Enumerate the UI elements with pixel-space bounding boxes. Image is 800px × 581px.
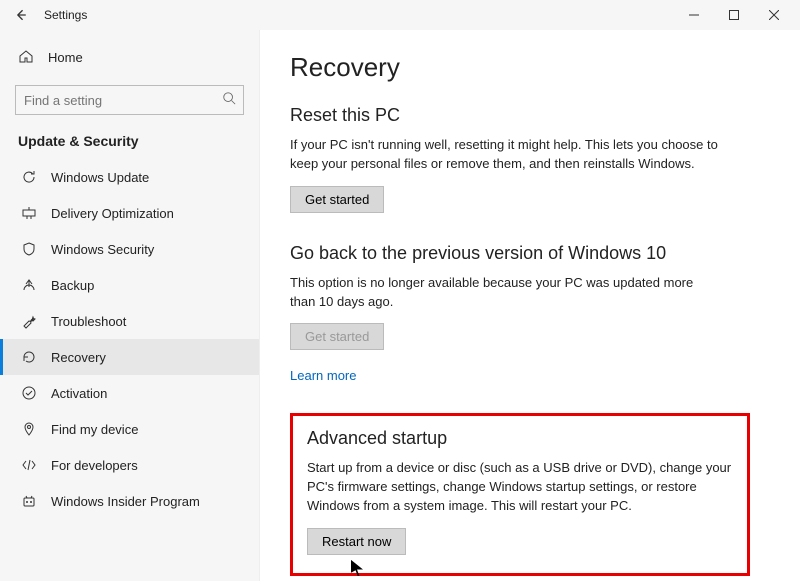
advanced-startup-section: Advanced startup Start up from a device … bbox=[290, 413, 750, 576]
sidebar-item-windows-security[interactable]: Windows Security bbox=[0, 231, 259, 267]
close-button[interactable] bbox=[754, 1, 794, 29]
recovery-icon bbox=[21, 349, 37, 365]
sidebar-item-label: Windows Security bbox=[51, 242, 154, 257]
minimize-button[interactable] bbox=[674, 1, 714, 29]
close-icon bbox=[769, 10, 779, 20]
search-field-wrapper bbox=[15, 85, 244, 115]
maximize-button[interactable] bbox=[714, 1, 754, 29]
advanced-startup-body: Start up from a device or disc (such as … bbox=[307, 459, 733, 516]
sidebar-item-label: Windows Update bbox=[51, 170, 149, 185]
sidebar-item-label: Troubleshoot bbox=[51, 314, 126, 329]
sidebar-item-windows-update[interactable]: Windows Update bbox=[0, 159, 259, 195]
shield-icon bbox=[21, 241, 37, 257]
advanced-startup-heading: Advanced startup bbox=[307, 428, 733, 449]
sidebar-item-label: Delivery Optimization bbox=[51, 206, 174, 221]
reset-pc-body: If your PC isn't running well, resetting… bbox=[290, 136, 720, 174]
sync-icon bbox=[21, 169, 37, 185]
delivery-icon bbox=[21, 205, 37, 221]
reset-pc-section: Reset this PC If your PC isn't running w… bbox=[290, 105, 770, 213]
minimize-icon bbox=[689, 10, 699, 20]
go-back-heading: Go back to the previous version of Windo… bbox=[290, 243, 770, 264]
home-label: Home bbox=[48, 50, 83, 65]
sidebar-section-title: Update & Security bbox=[0, 127, 259, 159]
content-pane[interactable]: Recovery Reset this PC If your PC isn't … bbox=[260, 30, 800, 581]
sidebar-item-find-my-device[interactable]: Find my device bbox=[0, 411, 259, 447]
maximize-icon bbox=[729, 10, 739, 20]
titlebar: Settings bbox=[0, 0, 800, 30]
sidebar-item-label: Windows Insider Program bbox=[51, 494, 200, 509]
sidebar-item-recovery[interactable]: Recovery bbox=[0, 339, 259, 375]
go-back-body: This option is no longer available becau… bbox=[290, 274, 720, 312]
sidebar-item-backup[interactable]: Backup bbox=[0, 267, 259, 303]
learn-more-link[interactable]: Learn more bbox=[290, 368, 356, 383]
sidebar-item-activation[interactable]: Activation bbox=[0, 375, 259, 411]
back-button[interactable] bbox=[6, 1, 34, 29]
arrow-left-icon bbox=[13, 8, 27, 22]
reset-pc-heading: Reset this PC bbox=[290, 105, 770, 126]
search-input[interactable] bbox=[15, 85, 244, 115]
sidebar-item-troubleshoot[interactable]: Troubleshoot bbox=[0, 303, 259, 339]
wrench-icon bbox=[21, 313, 37, 329]
activation-icon bbox=[21, 385, 37, 401]
sidebar-item-label: Activation bbox=[51, 386, 107, 401]
go-back-section: Go back to the previous version of Windo… bbox=[290, 243, 770, 384]
search-icon bbox=[222, 91, 236, 108]
backup-icon bbox=[21, 277, 37, 293]
sidebar-item-windows-insider[interactable]: Windows Insider Program bbox=[0, 483, 259, 519]
home-link[interactable]: Home bbox=[0, 40, 259, 75]
sidebar-item-for-developers[interactable]: For developers bbox=[0, 447, 259, 483]
devs-icon bbox=[21, 457, 37, 473]
insider-icon bbox=[21, 493, 37, 509]
window-title: Settings bbox=[44, 8, 87, 22]
page-title: Recovery bbox=[290, 52, 770, 83]
sidebar-item-label: Recovery bbox=[51, 350, 106, 365]
home-icon bbox=[18, 48, 34, 67]
reset-get-started-button[interactable]: Get started bbox=[290, 186, 384, 213]
sidebar-item-label: Backup bbox=[51, 278, 94, 293]
restart-now-button[interactable]: Restart now bbox=[307, 528, 406, 555]
sidebar: Home Update & Security Windows Update De… bbox=[0, 30, 260, 581]
goback-get-started-button: Get started bbox=[290, 323, 384, 350]
sidebar-item-label: For developers bbox=[51, 458, 138, 473]
find-icon bbox=[21, 421, 37, 437]
sidebar-item-delivery-optimization[interactable]: Delivery Optimization bbox=[0, 195, 259, 231]
sidebar-item-label: Find my device bbox=[51, 422, 138, 437]
